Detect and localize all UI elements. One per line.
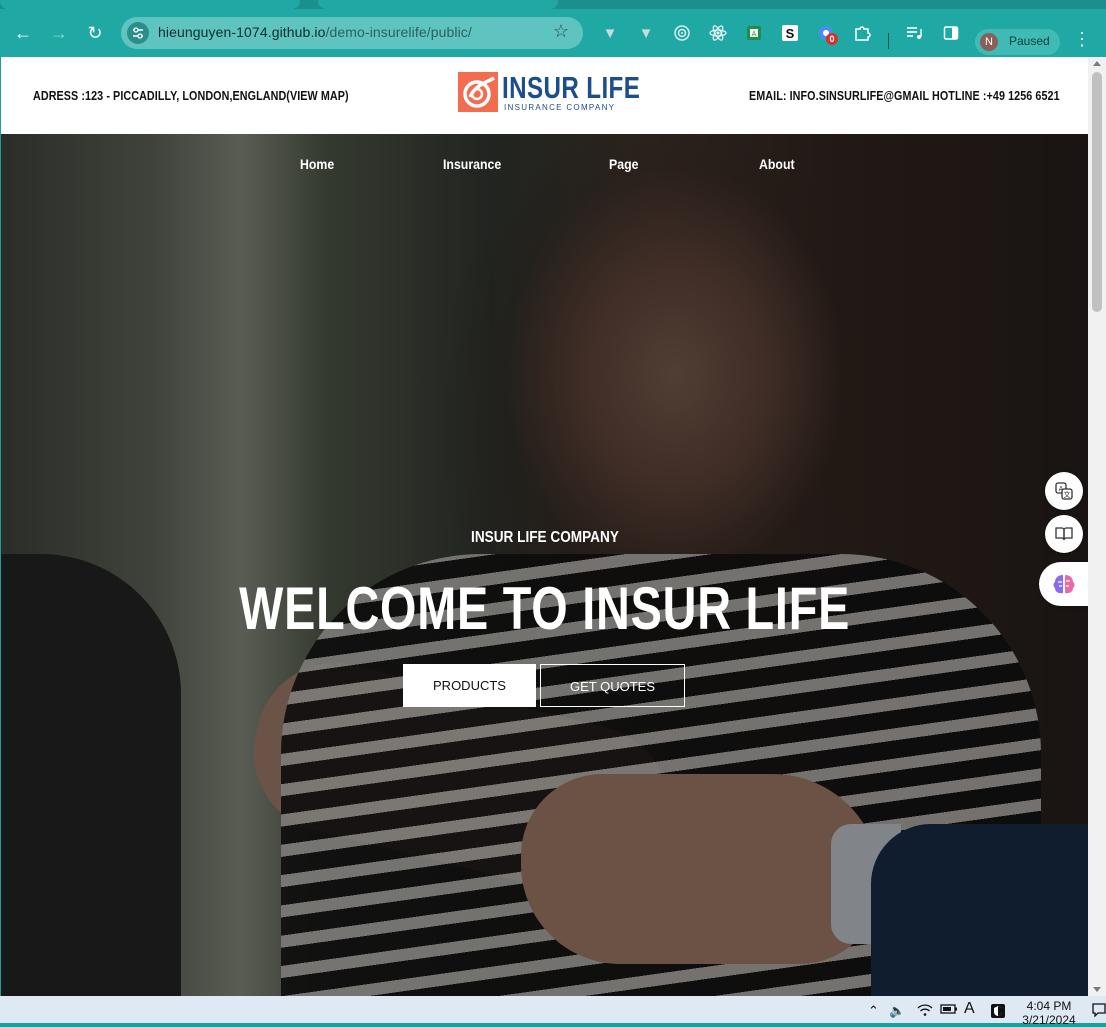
profile-status: Paused <box>1009 34 1050 48</box>
hotline-contact[interactable]: HOTLINE :+49 1256 6521 <box>932 89 1060 103</box>
media-queue-icon[interactable] <box>903 21 927 45</box>
side-panel-icon[interactable] <box>939 21 963 45</box>
toolbar-separator <box>888 33 889 49</box>
logo-title: INSUR LIFE <box>502 70 641 105</box>
logo-mark-icon <box>458 72 498 112</box>
clock-date: 3/21/2024 <box>1022 1013 1076 1027</box>
browser-toolbar: ← → ↻ hieunguyen-1074.github.io/demo-ins… <box>0 9 1106 57</box>
tray-chevron-up-icon[interactable]: ⌃ <box>868 1003 879 1019</box>
page-viewport: ADRESS :123 - PICCADILLY, LONDON,ENGLAND… <box>1 57 1088 996</box>
react-devtools-icon[interactable] <box>706 21 730 45</box>
scroll-down-arrow-icon[interactable] <box>1093 987 1101 992</box>
volume-icon[interactable]: 🔈 <box>889 1003 905 1019</box>
floating-tools: A文 <box>1039 467 1088 607</box>
reload-icon[interactable]: ↻ <box>84 22 106 44</box>
wifi-icon[interactable] <box>917 1003 933 1020</box>
s-extension-icon[interactable]: S <box>778 21 802 45</box>
hero-kicker: INSUR LIFE COMPANY <box>1 529 1088 547</box>
scroll-up-arrow-icon[interactable] <box>1093 61 1101 66</box>
windows-taskbar: ⌃ 🔈 A 4:04 PM 3/21/2024 <box>0 996 1106 1027</box>
logo-subtitle: INSURANCE COMPANY <box>504 103 616 112</box>
products-button[interactable]: PRODUCTS <box>403 664 536 707</box>
hero-title: WELCOME TO INSUR LIFE <box>1 574 1088 643</box>
vue-devtools-icon[interactable]: ▼ <box>634 21 658 45</box>
notification-extension-icon[interactable]: 0 <box>814 21 838 45</box>
input-language-indicator[interactable]: A <box>964 1000 975 1018</box>
reader-mode-icon[interactable] <box>1045 515 1083 553</box>
back-icon[interactable]: ← <box>12 22 34 44</box>
extensions-puzzle-icon[interactable] <box>850 21 874 45</box>
svg-text:A: A <box>752 31 757 38</box>
scrollbar-thumb[interactable] <box>1092 72 1102 312</box>
security-shield-icon[interactable] <box>990 1003 1006 1022</box>
page-scrollbar[interactable] <box>1088 57 1106 996</box>
url-text[interactable]: hieunguyen-1074.github.io/demo-insurelif… <box>158 24 472 40</box>
clock-time: 4:04 PM <box>1026 999 1072 1013</box>
tab-strip <box>0 0 1106 9</box>
hero-title-text: WELCOME TO INSUR LIFE <box>239 575 850 642</box>
vue-devtools-icon[interactable]: ▼ <box>598 21 622 45</box>
translate-icon[interactable]: A文 <box>1045 472 1083 510</box>
avatar: N <box>980 33 998 51</box>
url-host: hieunguyen-1074.github.io <box>158 24 326 40</box>
hero-kicker-text: INSUR LIFE COMPANY <box>470 529 619 546</box>
site-info-icon[interactable] <box>127 22 149 44</box>
nav-page[interactable]: Page <box>609 156 638 172</box>
hero-overlay <box>1 134 1088 996</box>
forward-icon[interactable]: → <box>48 22 70 44</box>
sheets-extension-icon[interactable]: A <box>742 21 766 45</box>
get-quotes-button[interactable]: GET QUOTES <box>540 664 685 707</box>
profile-button[interactable]: N Paused <box>975 29 1060 55</box>
hero-section: Home Insurance Page About INSUR LIFE COM… <box>1 134 1088 996</box>
address-link[interactable]: ADRESS :123 - PICCADILLY, LONDON,ENGLAND… <box>33 89 349 103</box>
bookmark-star-icon[interactable]: ☆ <box>553 21 569 42</box>
more-menu-icon[interactable]: ⋮ <box>1072 29 1092 50</box>
ai-assistant-brain-icon[interactable] <box>1039 562 1088 606</box>
email-contact[interactable]: EMAIL: INFO.SINSURLIFE@GMAIL <box>749 89 929 103</box>
nav-about[interactable]: About <box>759 156 795 172</box>
address-bar[interactable]: hieunguyen-1074.github.io/demo-insurelif… <box>121 17 583 49</box>
site-header: ADRESS :123 - PICCADILLY, LONDON,ENGLAND… <box>1 57 1088 134</box>
s-extension-label: S <box>782 25 798 41</box>
target-extension-icon[interactable] <box>670 21 694 45</box>
battery-icon[interactable] <box>940 1003 958 1018</box>
nav-insurance[interactable]: Insurance <box>443 156 501 172</box>
browser-tab[interactable] <box>0 0 300 9</box>
nav-home[interactable]: Home <box>300 156 334 172</box>
browser-tab[interactable] <box>318 0 558 9</box>
svg-text:文: 文 <box>1064 490 1071 499</box>
notifications-icon[interactable] <box>1092 1003 1106 1020</box>
notification-badge: 0 <box>826 33 838 45</box>
site-logo[interactable]: INSUR LIFE INSURANCE COMPANY <box>458 70 640 114</box>
url-path: /demo-insurelife/public/ <box>325 24 472 40</box>
